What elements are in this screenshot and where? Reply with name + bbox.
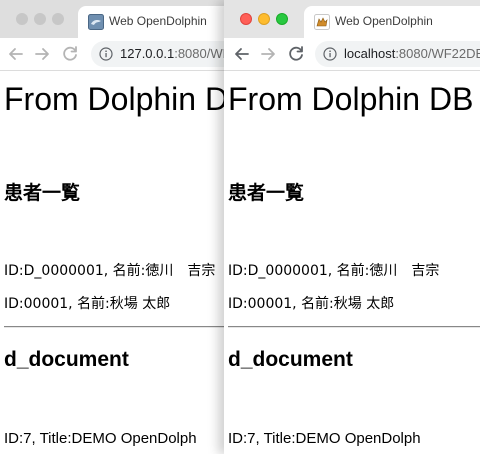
- browser-toolbar: localhost:8080/WF22DB: [224, 38, 480, 71]
- url-host: localhost: [344, 46, 396, 61]
- tab-title: Web OpenDolphin: [335, 14, 433, 28]
- back-arrow-icon[interactable]: [4, 42, 28, 66]
- patients-heading: 患者一覧: [4, 182, 81, 204]
- info-icon[interactable]: [323, 47, 337, 61]
- reload-icon[interactable]: [58, 42, 82, 66]
- back-arrow-icon[interactable]: [230, 42, 254, 66]
- tab-bar: Web OpenDolphin: [0, 0, 224, 38]
- browser-window-left: Web OpenDolphin 127.0.0.1:8080/WF22DB Fr…: [0, 0, 224, 454]
- divider: [4, 326, 224, 328]
- zoom-window-button[interactable]: [52, 13, 64, 25]
- browser-toolbar: 127.0.0.1:8080/WF22DB: [0, 38, 224, 71]
- divider: [228, 326, 480, 328]
- info-icon[interactable]: [99, 47, 113, 61]
- patient-row: ID:00001, 名前:秋場 太郎: [228, 296, 395, 312]
- page-content: From Dolphin DB 患者一覧 ID:D_0000001, 名前:徳川…: [4, 71, 224, 454]
- minimize-window-button[interactable]: [258, 13, 270, 25]
- url-host: 127.0.0.1: [120, 46, 175, 61]
- address-bar[interactable]: localhost:8080/WF22DB: [315, 41, 480, 67]
- close-window-button[interactable]: [16, 13, 28, 25]
- documents-heading: d_document: [4, 348, 129, 371]
- browser-window-right: Web OpenDolphin localhost:8080/WF22DB Fr…: [224, 0, 480, 454]
- tomcat-favicon-icon: [314, 14, 330, 30]
- page-title: From Dolphin DB: [4, 81, 224, 117]
- tab-bar: Web OpenDolphin: [224, 0, 480, 38]
- patient-row: ID:D_0000001, 名前:徳川 吉宗: [4, 263, 216, 279]
- url-text: 127.0.0.1:8080/WF22DB: [120, 46, 224, 61]
- address-bar[interactable]: 127.0.0.1:8080/WF22DB: [91, 41, 224, 67]
- forward-arrow-icon[interactable]: [256, 42, 280, 66]
- dolphin-favicon-icon: [88, 14, 104, 30]
- patients-heading: 患者一覧: [228, 182, 305, 204]
- close-window-button[interactable]: [240, 13, 252, 25]
- url-path: :8080/WF22DB: [174, 46, 224, 61]
- patient-row: ID:00001, 名前:秋場 太郎: [4, 296, 171, 312]
- url-text: localhost:8080/WF22DB: [344, 46, 480, 61]
- tab-title: Web OpenDolphin: [109, 14, 207, 28]
- document-row: ID:7, Title:DEMO OpenDolph: [4, 430, 197, 447]
- zoom-window-button[interactable]: [276, 13, 288, 25]
- forward-arrow-icon[interactable]: [30, 42, 54, 66]
- page-title: From Dolphin DB: [228, 81, 474, 117]
- document-row: ID:7, Title:DEMO OpenDolph: [228, 430, 421, 447]
- patient-row: ID:D_0000001, 名前:徳川 吉宗: [228, 263, 440, 279]
- documents-heading: d_document: [228, 348, 353, 371]
- reload-icon[interactable]: [284, 42, 308, 66]
- tab-web-opendolphin[interactable]: Web OpenDolphin: [304, 6, 480, 38]
- tab-web-opendolphin[interactable]: Web OpenDolphin: [78, 6, 224, 38]
- minimize-window-button[interactable]: [34, 13, 46, 25]
- page-content: From Dolphin DB 患者一覧 ID:D_0000001, 名前:徳川…: [228, 71, 480, 454]
- url-path: :8080/WF22DB: [395, 46, 480, 61]
